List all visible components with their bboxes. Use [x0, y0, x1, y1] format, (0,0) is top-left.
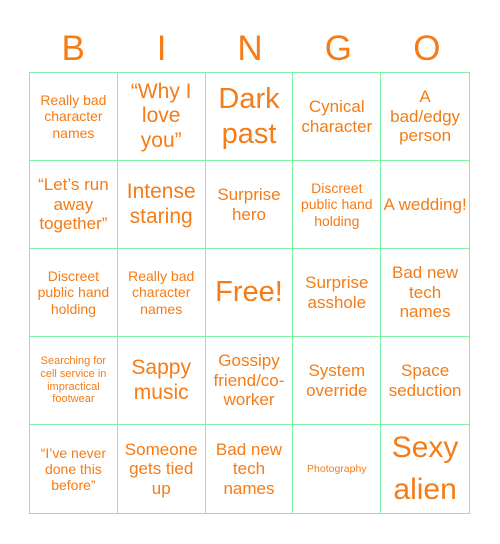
bingo-cell[interactable]: A wedding! — [381, 161, 469, 249]
bingo-cell[interactable]: Dark past — [205, 73, 294, 161]
bingo-cell[interactable]: “Let’s run away together” — [30, 161, 118, 249]
header-letter-i: I — [156, 29, 167, 68]
bingo-cell[interactable]: “I’ve never done this before” — [30, 425, 118, 513]
header-letter-b: B — [61, 29, 85, 68]
bingo-cell[interactable]: System override — [293, 337, 382, 425]
bingo-cell[interactable]: Really bad character names — [30, 73, 118, 161]
bingo-cell[interactable]: Surprise asshole — [293, 249, 382, 337]
bingo-cell[interactable]: Someone gets tied up — [118, 425, 206, 513]
bingo-cell[interactable]: Discreet public hand holding — [30, 249, 118, 337]
header-letter-g: G — [324, 29, 353, 68]
bingo-cell[interactable]: Sexy alien — [381, 425, 469, 513]
free-space-cell[interactable]: Free! — [205, 249, 294, 337]
bingo-cell[interactable]: Space seduction — [381, 337, 469, 425]
bingo-cell[interactable]: Sappy music — [117, 337, 206, 425]
bingo-cell[interactable]: Searching for cell service in impractica… — [30, 337, 118, 425]
bingo-cell[interactable]: Intense staring — [117, 161, 206, 249]
bingo-cell[interactable]: Gossipy friend/co-worker — [205, 337, 294, 425]
bingo-cell[interactable]: Bad new tech names — [206, 425, 294, 513]
bingo-cell[interactable]: Really bad character names — [117, 249, 206, 337]
bingo-cell[interactable]: Cynical character — [293, 73, 382, 161]
bingo-cell[interactable]: A bad/edgy person — [381, 73, 469, 161]
header-letter-o: O — [413, 29, 441, 68]
bingo-cell[interactable]: Bad new tech names — [381, 249, 469, 337]
header-letter-n: N — [237, 29, 263, 68]
bingo-cell[interactable]: “Why I love you” — [117, 73, 206, 161]
bingo-header: B I N G O — [29, 26, 471, 72]
bingo-cell[interactable]: Discreet public hand holding — [293, 161, 382, 249]
bingo-cell[interactable]: Photography — [293, 425, 382, 513]
bingo-board: Really bad character names “Why I love y… — [29, 72, 470, 514]
bingo-cell[interactable]: Surprise hero — [205, 161, 294, 249]
